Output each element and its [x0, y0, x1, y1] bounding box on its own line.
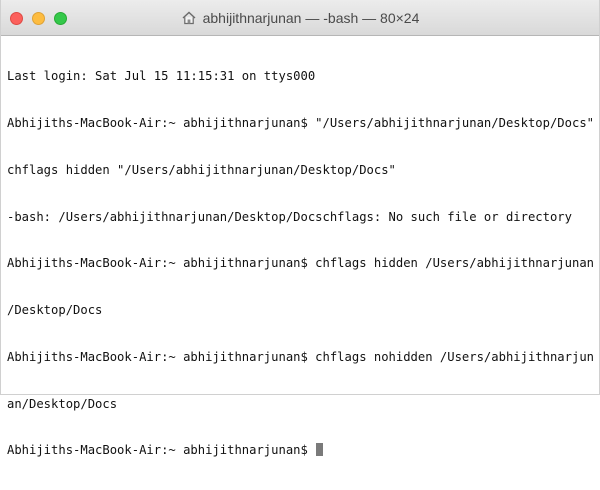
home-icon — [181, 10, 197, 26]
title-bar[interactable]: abhijithnarjunan — -bash — 80×24 — [1, 0, 599, 36]
terminal-prompt-line[interactable]: Abhijiths-MacBook-Air:~ abhijithnarjunan… — [7, 443, 593, 459]
terminal-line: chflags hidden "/Users/abhijithnarjunan/… — [7, 162, 396, 177]
text-cursor — [316, 443, 324, 457]
window-title-group: abhijithnarjunan — -bash — 80×24 — [1, 0, 599, 36]
terminal-line: Abhijiths-MacBook-Air:~ abhijithnarjunan… — [7, 349, 593, 364]
scrollbar[interactable] — [593, 36, 599, 394]
terminal-line: Abhijiths-MacBook-Air:~ abhijithnarjunan… — [7, 115, 593, 130]
terminal-line: /Desktop/Docs — [7, 303, 103, 318]
terminal-line: -bash: /Users/abhijithnarjunan/Desktop/D… — [7, 209, 572, 224]
terminal-line: Abhijiths-MacBook-Air:~ abhijithnarjunan… — [7, 256, 593, 271]
terminal-output[interactable]: Last login: Sat Jul 15 11:15:31 on ttys0… — [7, 38, 593, 457]
terminal-line: an/Desktop/Docs — [7, 396, 118, 411]
terminal-line: Last login: Sat Jul 15 11:15:31 on ttys0… — [7, 69, 316, 84]
terminal-prompt: Abhijiths-MacBook-Air:~ abhijithnarjunan… — [7, 443, 316, 458]
window-title: abhijithnarjunan — -bash — 80×24 — [202, 10, 420, 26]
terminal-window: abhijithnarjunan — -bash — 80×24 Last lo… — [0, 0, 600, 457]
